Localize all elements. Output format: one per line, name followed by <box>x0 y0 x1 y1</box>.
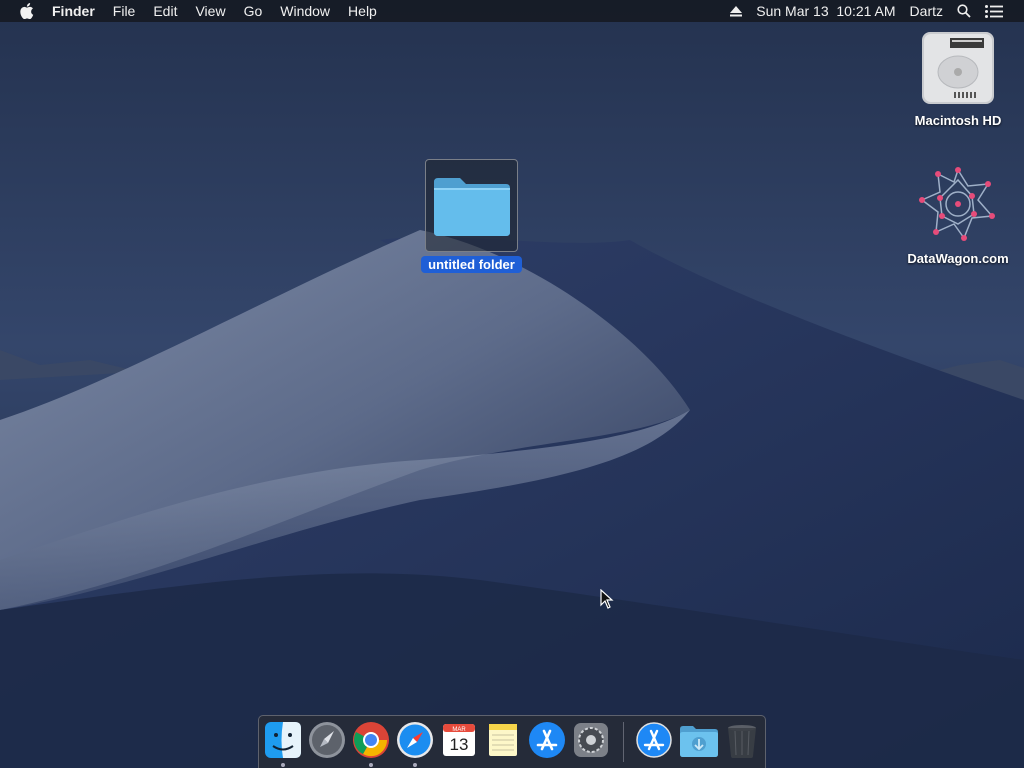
desktop[interactable]: Finder File Edit View Go Window Help Sun… <box>0 0 1024 768</box>
hard-drive-icon <box>922 32 994 104</box>
notification-center-icon[interactable] <box>978 4 1010 18</box>
untitled-folder-icon[interactable] <box>425 159 518 252</box>
menu-file[interactable]: File <box>104 0 145 22</box>
user-menu[interactable]: Dartz <box>903 0 950 22</box>
menu-view[interactable]: View <box>186 0 234 22</box>
menu-go[interactable]: Go <box>235 0 272 22</box>
dock: MAR 13 <box>258 715 766 768</box>
finder-icon[interactable] <box>264 721 302 759</box>
chrome-icon[interactable] <box>352 721 390 759</box>
wallpaper <box>0 0 1024 768</box>
launchpad-icon[interactable] <box>308 721 346 759</box>
spotlight-search-icon[interactable] <box>950 4 978 18</box>
folder-icon <box>433 177 510 236</box>
macintosh-hd-label: Macintosh HD <box>914 113 1002 128</box>
macintosh-hd-icon[interactable]: Macintosh HD <box>898 28 1018 128</box>
finder-running-indicator <box>281 763 285 767</box>
chrome-running-indicator <box>369 763 373 767</box>
datawagon-icon[interactable]: DataWagon.com <box>898 166 1018 266</box>
clock[interactable]: Sun Mar 13 10:21 AM <box>749 0 902 22</box>
menu-bar: Finder File Edit View Go Window Help Sun… <box>0 0 1024 22</box>
system-preferences-icon[interactable] <box>572 721 610 759</box>
app-menu-finder[interactable]: Finder <box>44 0 104 22</box>
calendar-month: MAR <box>452 727 466 733</box>
webloc-icon <box>919 167 995 241</box>
datawagon-label: DataWagon.com <box>907 251 1009 266</box>
menu-window[interactable]: Window <box>271 0 339 22</box>
calendar-day: 13 <box>450 735 469 754</box>
safari-icon[interactable] <box>396 721 434 759</box>
calendar-icon[interactable]: MAR 13 <box>440 721 478 759</box>
notes-icon[interactable] <box>484 721 522 759</box>
menu-edit[interactable]: Edit <box>144 0 186 22</box>
mouse-cursor-icon <box>600 589 614 609</box>
app-store-icon[interactable] <box>528 721 566 759</box>
app-store-downloads-icon[interactable] <box>635 721 673 759</box>
untitled-folder-label[interactable]: untitled folder <box>421 256 522 273</box>
menu-help[interactable]: Help <box>339 0 386 22</box>
downloads-folder-icon[interactable] <box>679 721 718 759</box>
safari-running-indicator <box>413 763 417 767</box>
eject-icon[interactable] <box>723 5 749 17</box>
dock-separator <box>623 722 624 762</box>
apple-menu-icon[interactable] <box>10 3 44 19</box>
trash-icon[interactable] <box>723 721 761 759</box>
